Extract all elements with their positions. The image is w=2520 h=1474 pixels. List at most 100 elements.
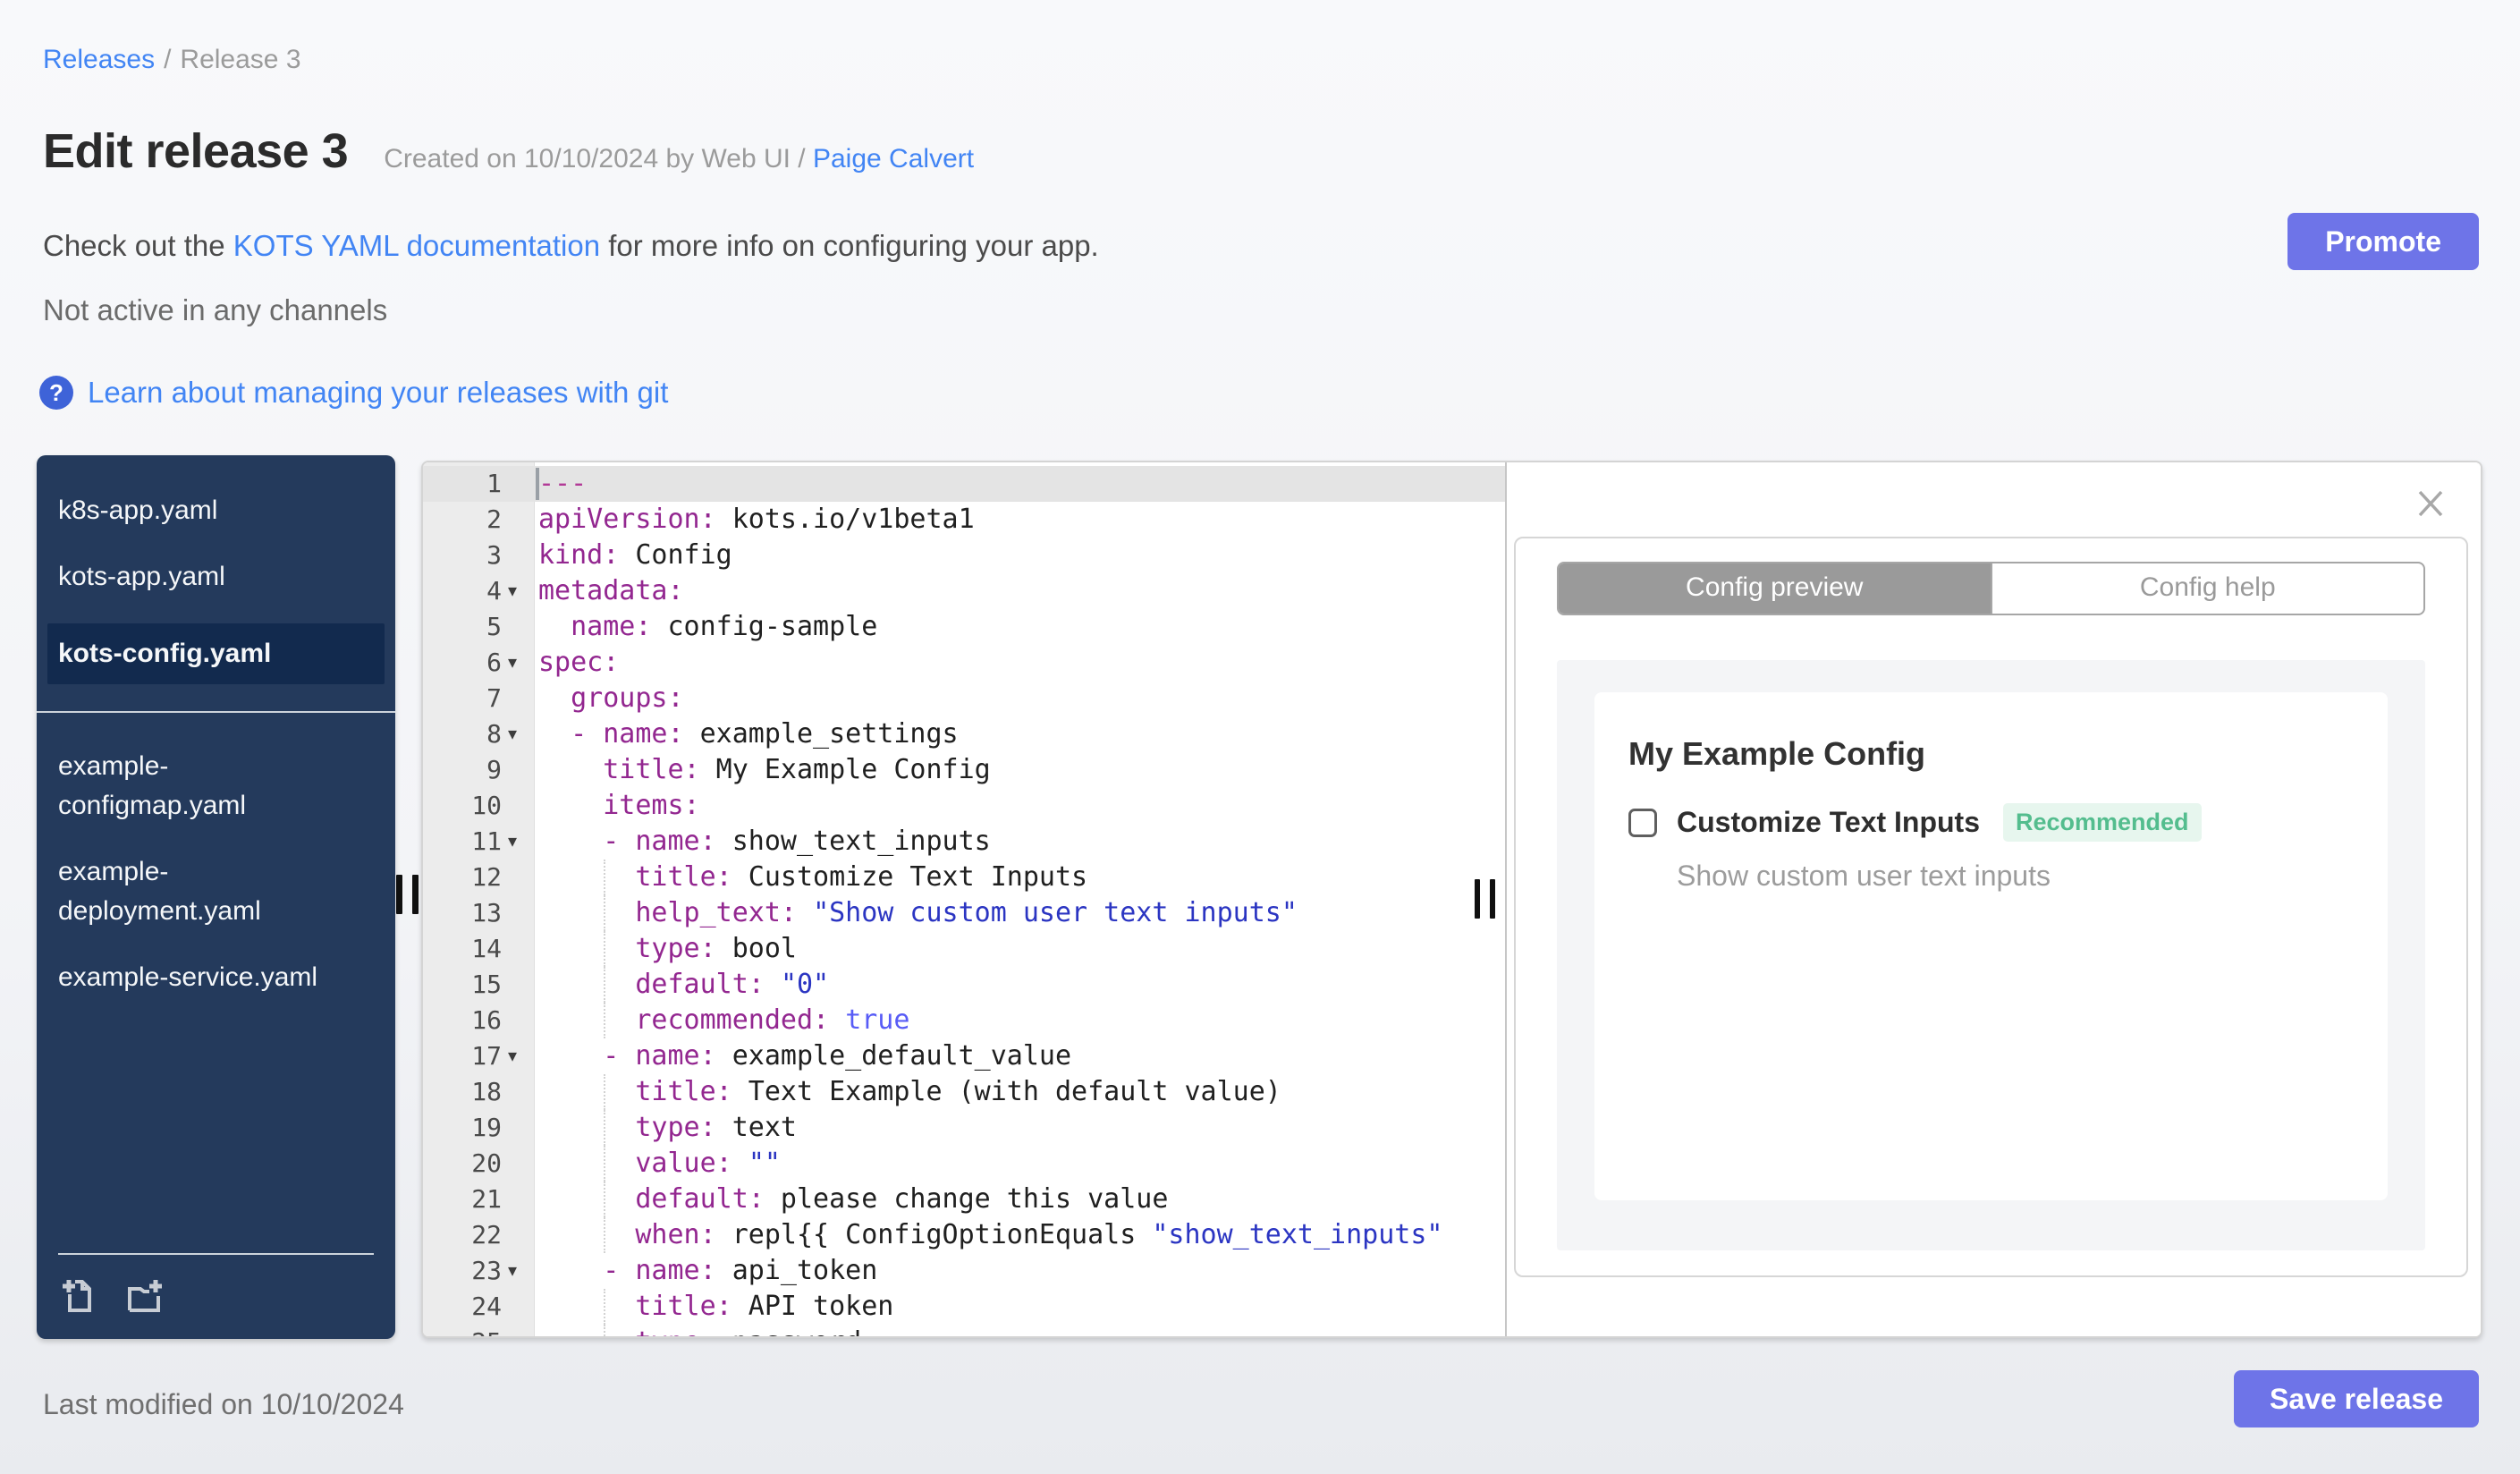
sidebar-file-example-configmap-yaml[interactable]: example-configmap.yaml: [58, 747, 344, 826]
line-number: 3: [486, 540, 502, 570]
line-number: 10: [471, 791, 502, 820]
code-line-11[interactable]: 11 ▾ - name: show_text_inputs: [423, 824, 1505, 860]
code-text: - name: example_default_value: [603, 1040, 1072, 1072]
code-line-25[interactable]: 25 type: password: [423, 1325, 1505, 1336]
code-line-14[interactable]: 14 type: bool: [423, 931, 1505, 967]
code-line-20[interactable]: 20 value: "": [423, 1146, 1505, 1182]
close-icon[interactable]: [2411, 484, 2450, 523]
code-line-21[interactable]: 21 default: please change this value: [423, 1182, 1505, 1217]
line-number: 19: [471, 1113, 502, 1142]
git-help-link[interactable]: Learn about managing your releases with …: [88, 376, 668, 410]
fold-arrow-icon[interactable]: ▾: [502, 645, 538, 681]
sidebar-file-example-deployment-yaml[interactable]: example-deployment.yaml: [58, 852, 344, 931]
page-title: Edit release 3: [43, 124, 349, 178]
code-line-4[interactable]: 4 ▾ metadata:: [423, 573, 1505, 609]
code-line-19[interactable]: 19 type: text: [423, 1110, 1505, 1146]
code-line-5[interactable]: 5 name: config-sample: [423, 609, 1505, 645]
sidebar-file-k8s-app-yaml[interactable]: k8s-app.yaml: [58, 491, 344, 530]
code-line-22[interactable]: 22 when: repl{{ ConfigOptionEquals "show…: [423, 1217, 1505, 1253]
code-line-9[interactable]: 9 title: My Example Config: [423, 752, 1505, 788]
line-number: 2: [486, 504, 502, 534]
code-text: type: bool: [635, 933, 797, 964]
line-number: 22: [471, 1220, 502, 1250]
code-line-10[interactable]: 10 items:: [423, 788, 1505, 824]
indent-guide: [604, 1146, 605, 1182]
code-line-8[interactable]: 8 ▾ - name: example_settings: [423, 716, 1505, 752]
last-modified-text: Last modified on 10/10/2024: [43, 1388, 404, 1420]
indent-guide: [604, 931, 605, 967]
fold-arrow-icon[interactable]: ▾: [502, 573, 538, 609]
fold-arrow-icon[interactable]: ▾: [502, 716, 538, 752]
line-number: 16: [471, 1005, 502, 1035]
tab-config-help[interactable]: Config help: [1990, 563, 2424, 614]
code-text: ---: [538, 468, 588, 499]
git-help-row: ? Learn about managing your releases wit…: [39, 376, 668, 410]
code-line-1[interactable]: 1 ---: [423, 466, 1505, 502]
indent-guide: [604, 1289, 605, 1325]
sidebar-file-example-service-yaml[interactable]: example-service.yaml: [58, 958, 344, 997]
line-number: 7: [486, 683, 502, 713]
docs-suffix: for more info on configuring your app.: [600, 229, 1099, 262]
indent-guide: [604, 967, 605, 1003]
code-text: title: Text Example (with default value): [635, 1076, 1281, 1107]
code-line-2[interactable]: 2 apiVersion: kots.io/v1beta1: [423, 502, 1505, 538]
line-number: 14: [471, 934, 502, 963]
code-line-12[interactable]: 12 title: Customize Text Inputs: [423, 860, 1505, 895]
sidebar-file-kots-config-yaml[interactable]: kots-config.yaml: [47, 623, 385, 684]
line-number: 21: [471, 1184, 502, 1214]
sidebar-resize-handle[interactable]: [396, 875, 419, 914]
code-line-13[interactable]: 13 help_text: "Show custom user text inp…: [423, 895, 1505, 931]
code-text: type: password: [538, 1325, 1505, 1336]
kots-yaml-docs-link[interactable]: KOTS YAML documentation: [233, 229, 600, 262]
indent-guide: [604, 1325, 605, 1336]
config-item-row: Customize Text Inputs Recommended: [1628, 803, 2352, 842]
line-number: 17: [471, 1041, 502, 1071]
question-mark-icon[interactable]: ?: [39, 376, 73, 410]
line-number: 15: [471, 970, 502, 999]
customize-text-inputs-checkbox[interactable]: [1628, 808, 1657, 837]
config-preview-card: Config preview Config help My Example Con…: [1514, 537, 2468, 1277]
line-number: 9: [486, 755, 502, 784]
fold-arrow-icon[interactable]: ▾: [502, 824, 538, 860]
breadcrumb-releases-link[interactable]: Releases: [43, 45, 155, 74]
code-line-17[interactable]: 17 ▾ - name: example_default_value: [423, 1038, 1505, 1074]
line-number: 20: [471, 1148, 502, 1178]
code-line-23[interactable]: 23 ▾ - name: api_token: [423, 1253, 1505, 1289]
code-line-15[interactable]: 15 default: "0": [423, 967, 1505, 1003]
release-editor-page: Releases / Release 3 Edit release 3 Create…: [0, 0, 2520, 1474]
editor-resize-handle[interactable]: [1475, 879, 1495, 919]
save-release-button[interactable]: Save release: [2234, 1370, 2479, 1427]
code-line-7[interactable]: 7 groups:: [423, 681, 1505, 716]
code-text: help_text: "Show custom user text inputs…: [635, 897, 1298, 928]
breadcrumb-separator: /: [164, 45, 172, 74]
created-text: Created on 10/10/2024 by Web UI /: [384, 144, 813, 174]
code-line-24[interactable]: 24 title: API token: [423, 1289, 1505, 1325]
docs-line: Check out the KOTS YAML documentation fo…: [43, 229, 1099, 263]
yaml-code-editor[interactable]: 1 --- 2 apiVersion: kots.io/v1beta1 3 kind: C…: [423, 462, 1505, 1336]
code-text: title: Customize Text Inputs: [635, 861, 1088, 893]
code-line-6[interactable]: 6 ▾ spec:: [423, 645, 1505, 681]
code-text: kind: Config: [538, 539, 732, 571]
author-link[interactable]: Paige Calvert: [813, 144, 974, 174]
text-cursor: [536, 468, 539, 500]
code-line-18[interactable]: 18 title: Text Example (with default val…: [423, 1074, 1505, 1110]
tab-config-preview[interactable]: Config preview: [1559, 563, 1991, 614]
indent-guide: [604, 860, 605, 895]
config-preview-area: My Example Config Customize Text Inputs …: [1557, 660, 2425, 1250]
config-item-label: Customize Text Inputs: [1677, 806, 1980, 838]
sidebar-file-kots-app-yaml[interactable]: kots-app.yaml: [58, 557, 344, 597]
add-folder-icon[interactable]: [123, 1275, 165, 1317]
line-number: 8: [486, 719, 502, 749]
code-text: apiVersion: kots.io/v1beta1: [538, 504, 975, 535]
code-text: type: text: [635, 1112, 797, 1143]
code-text: groups:: [571, 682, 684, 714]
fold-arrow-icon[interactable]: ▾: [502, 1038, 538, 1074]
code-line-16[interactable]: 16 recommended: true: [423, 1003, 1505, 1038]
indent-guide: [604, 1003, 605, 1038]
indent-guide: [604, 895, 605, 931]
promote-button[interactable]: Promote: [2287, 213, 2479, 270]
editor-panel: 1 --- 2 apiVersion: kots.io/v1beta1 3 kind: C…: [421, 461, 2482, 1338]
fold-arrow-icon[interactable]: ▾: [502, 1253, 538, 1289]
add-file-icon[interactable]: [58, 1275, 101, 1317]
code-line-3[interactable]: 3 kind: Config: [423, 538, 1505, 573]
